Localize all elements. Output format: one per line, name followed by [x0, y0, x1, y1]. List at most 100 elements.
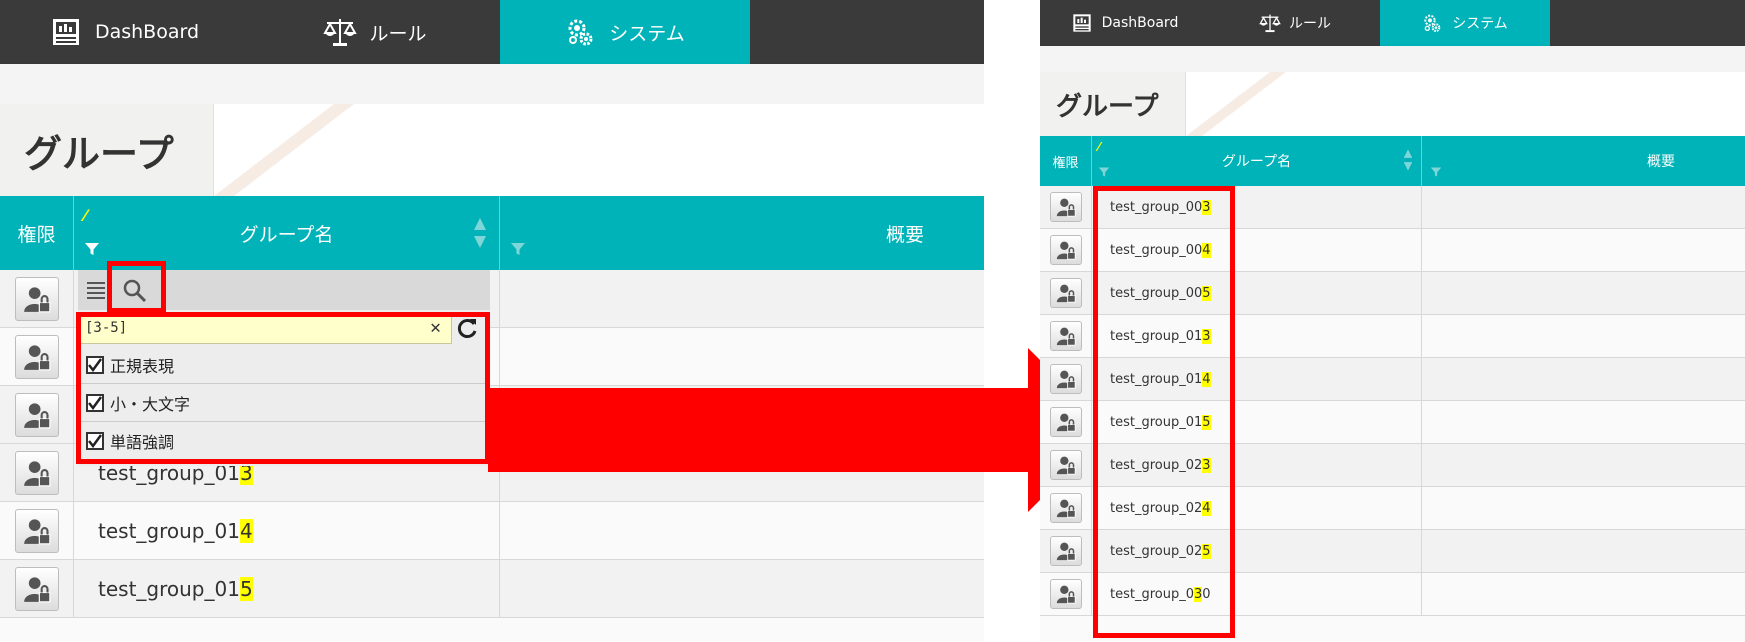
annotation-box-search — [107, 261, 166, 313]
user-lock-icon — [23, 344, 50, 370]
description-cell — [1422, 401, 1745, 443]
tab-dashboard[interactable]: DashBoard — [0, 0, 250, 64]
filter-funnel-icon[interactable] — [1430, 166, 1442, 182]
header-permission: 権限 — [1040, 136, 1092, 186]
permission-cell — [0, 444, 74, 501]
permission-cell — [0, 386, 74, 443]
tab-rules[interactable]: ルール — [1210, 0, 1380, 46]
tab-label: システム — [1452, 16, 1508, 32]
permission-cell — [1040, 229, 1092, 271]
page-title: グループ — [24, 131, 174, 176]
user-lock-icon — [1056, 241, 1076, 260]
filter-clear-icon[interactable]: ⁄ — [84, 206, 87, 225]
user-permission-button[interactable] — [14, 450, 59, 495]
user-lock-icon — [1056, 284, 1076, 303]
sub-header-strip — [0, 64, 984, 104]
decorative-stripe — [214, 104, 354, 196]
group-name-cell: test_group_01 5 — [74, 560, 500, 617]
filter-funnel-icon[interactable] — [510, 240, 526, 262]
permission-cell — [1040, 487, 1092, 529]
match-highlight: 5 — [239, 576, 253, 601]
user-lock-icon — [1056, 456, 1076, 475]
page-title: グループ — [1056, 91, 1159, 122]
user-permission-button[interactable] — [1049, 364, 1082, 394]
permission-cell — [0, 328, 74, 385]
description-cell — [1422, 229, 1745, 271]
user-lock-icon — [1056, 542, 1076, 561]
permission-cell — [1040, 573, 1092, 615]
tab-label: DashBoard — [1101, 15, 1179, 31]
sort-arrows-icon[interactable] — [473, 216, 487, 255]
user-permission-button[interactable] — [14, 392, 59, 437]
permission-cell — [1040, 530, 1092, 572]
gears-icon — [565, 17, 595, 47]
filter-funnel-icon[interactable] — [84, 240, 100, 262]
user-permission-button[interactable] — [14, 334, 59, 379]
tab-label: システム — [609, 22, 685, 45]
user-permission-button[interactable] — [1049, 407, 1082, 437]
left-screenshot-panel: DashBoard ルール システム グループ 権限 ⁄ グループ名 概要 te… — [0, 0, 984, 642]
description-cell — [1422, 315, 1745, 357]
header-permission: 権限 — [0, 196, 74, 270]
description-cell — [1422, 444, 1745, 486]
user-permission-button[interactable] — [14, 508, 59, 553]
user-permission-button[interactable] — [1049, 278, 1082, 308]
list-view-icon[interactable] — [86, 280, 106, 304]
user-permission-button[interactable] — [14, 276, 59, 321]
user-lock-icon — [23, 286, 50, 312]
header-group-name[interactable]: ⁄ グループ名 — [1092, 136, 1422, 186]
filter-funnel-icon[interactable] — [1098, 166, 1110, 182]
tab-dashboard[interactable]: DashBoard — [1040, 0, 1210, 46]
user-permission-button[interactable] — [1049, 192, 1082, 222]
dashboard-icon — [51, 17, 81, 47]
tab-system[interactable]: システム — [500, 0, 750, 64]
user-permission-button[interactable] — [1049, 579, 1082, 609]
description-cell — [1422, 358, 1745, 400]
header-group-name[interactable]: ⁄ グループ名 — [74, 196, 500, 270]
tab-label: DashBoard — [94, 21, 200, 43]
tab-label: ルール — [1289, 16, 1331, 32]
permission-cell — [1040, 315, 1092, 357]
permission-cell — [0, 270, 74, 327]
user-permission-button[interactable] — [14, 566, 59, 611]
group-name-cell: test_group_01 4 — [74, 502, 500, 559]
table-header: 権限 ⁄ グループ名 概要 — [1040, 136, 1745, 186]
permission-cell — [1040, 401, 1092, 443]
annotation-arrow — [488, 348, 1110, 512]
user-permission-button[interactable] — [1049, 493, 1082, 523]
permission-cell — [0, 502, 74, 559]
scales-icon — [1259, 13, 1281, 33]
header-description[interactable]: 概要 — [500, 196, 984, 270]
user-lock-icon — [23, 518, 50, 544]
tab-label: ルール — [369, 22, 427, 45]
permission-cell — [1040, 358, 1092, 400]
group-name-prefix: test_group_01 — [98, 576, 240, 601]
table-row[interactable]: test_group_01 5 — [0, 560, 984, 618]
sort-arrows-icon[interactable] — [1403, 148, 1413, 176]
user-lock-icon — [1056, 499, 1076, 518]
description-cell — [1422, 272, 1745, 314]
user-lock-icon — [1056, 413, 1076, 432]
user-permission-button[interactable] — [1049, 235, 1082, 265]
decorative-stripe — [1186, 72, 1286, 136]
top-nav: DashBoard ルール システム — [1040, 0, 1745, 46]
sub-header-strip — [1040, 46, 1745, 72]
annotation-box-filter — [76, 312, 490, 464]
top-nav: DashBoard ルール システム — [0, 0, 984, 64]
filter-clear-icon[interactable]: ⁄ — [1098, 140, 1100, 154]
user-permission-button[interactable] — [1049, 536, 1082, 566]
user-permission-button[interactable] — [1049, 321, 1082, 351]
description-header-label: 概要 — [1647, 154, 1675, 170]
user-lock-icon — [1056, 327, 1076, 346]
title-box: グループ — [0, 104, 214, 196]
user-permission-button[interactable] — [1049, 450, 1082, 480]
tab-system[interactable]: システム — [1380, 0, 1550, 46]
gears-icon — [1422, 13, 1442, 33]
description-header-label: 概要 — [885, 223, 924, 246]
tab-rules[interactable]: ルール — [250, 0, 500, 64]
dashboard-icon — [1072, 13, 1092, 33]
description-cell — [1422, 487, 1745, 529]
header-description[interactable]: 概要 — [1422, 136, 1745, 186]
user-lock-icon — [1056, 370, 1076, 389]
group-name-header-label: グループ名 — [239, 223, 334, 246]
